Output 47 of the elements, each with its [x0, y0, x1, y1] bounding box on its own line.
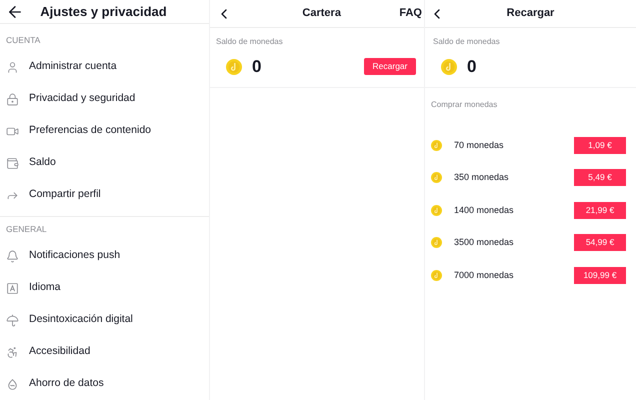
- coin-package-label: 7000 monedas: [454, 268, 514, 282]
- price-button[interactable]: 5,49 €: [574, 169, 626, 186]
- coin-icon: [431, 237, 442, 248]
- lock-icon: [6, 92, 19, 106]
- settings-item[interactable]: Administrar cuenta: [0, 51, 209, 83]
- balance-label: Saldo de monedas: [433, 36, 501, 48]
- coin-package-label: 70 monedas: [454, 138, 504, 152]
- balance-label: Saldo de monedas: [216, 36, 284, 48]
- coin-package-label: 350 monedas: [454, 171, 509, 184]
- settings-item[interactable]: Notificaciones push: [0, 240, 209, 272]
- coin-icon: [226, 58, 242, 75]
- user-icon: [6, 60, 19, 74]
- bell-icon: [6, 250, 19, 262]
- settings-item[interactable]: Accesibilidad: [0, 336, 209, 368]
- price-button[interactable]: 54,99 €: [574, 234, 626, 252]
- recharge-button[interactable]: Recargar: [364, 58, 416, 76]
- price-button[interactable]: 21,99 €: [574, 202, 626, 219]
- faq-link[interactable]: FAQ: [399, 5, 424, 22]
- coin-balance: 0: [252, 56, 262, 78]
- umbrella-icon: [6, 314, 19, 326]
- accessibility-icon: [6, 346, 19, 358]
- language-icon: [6, 282, 19, 294]
- coin-icon: [441, 58, 457, 75]
- settings-item[interactable]: Desintoxicación digital: [0, 304, 209, 336]
- settings-item[interactable]: Idioma: [0, 272, 209, 304]
- screen-title: Ajustes y privacidad: [39, 2, 168, 21]
- settings-item[interactable]: Saldo: [0, 147, 209, 179]
- coin-package-label: 1400 monedas: [454, 204, 514, 216]
- screen-title: Cartera: [301, 6, 342, 22]
- coin-balance: 0: [467, 56, 476, 78]
- settings-item[interactable]: Compartir perfil: [0, 179, 209, 211]
- section-heading: CUENTA: [5, 34, 42, 47]
- coin-package-label: 3500 monedas: [454, 236, 514, 249]
- screen-title: Recargar: [506, 6, 556, 22]
- coin-icon: [431, 140, 442, 151]
- settings-item[interactable]: Ahorro de datos: [0, 368, 209, 400]
- price-button[interactable]: 1,09 €: [574, 136, 626, 154]
- section-heading: GENERAL: [5, 223, 48, 236]
- settings-item[interactable]: Preferencias de contenido: [0, 115, 209, 147]
- wallet-icon: [6, 156, 19, 170]
- coin-icon: [431, 270, 442, 281]
- section-heading: Comprar monedas: [430, 99, 498, 111]
- price-button[interactable]: 109,99 €: [574, 266, 626, 284]
- data-saver-icon: [6, 378, 19, 390]
- coin-icon: [431, 172, 442, 184]
- settings-item[interactable]: Privacidad y seguridad: [0, 83, 209, 115]
- coin-icon: [431, 204, 442, 216]
